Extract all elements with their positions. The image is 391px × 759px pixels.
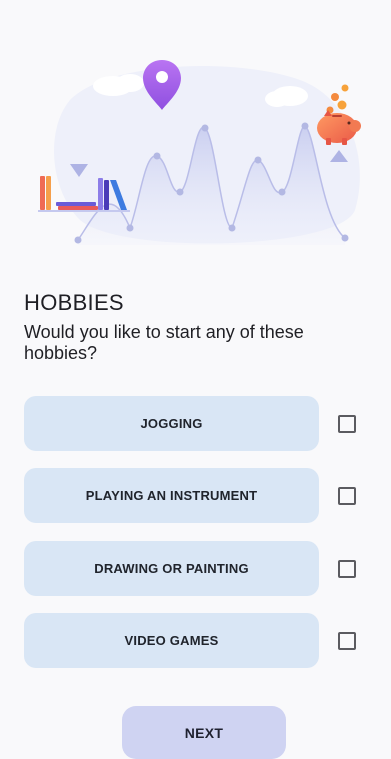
checkbox-video-games[interactable] [338,632,356,650]
checkbox-playing-an-instrument[interactable] [338,487,356,505]
option-button-jogging[interactable]: JOGGING [24,396,319,451]
option-button-video-games[interactable]: VIDEO GAMES [24,613,319,668]
hero-illustration [0,40,391,270]
checkbox-drawing-or-painting[interactable] [338,560,356,578]
next-button[interactable]: NEXT [122,706,286,759]
option-row-drawing-or-painting: DRAWING OR PAINTING [24,541,369,596]
option-row-video-games: VIDEO GAMES [24,613,369,668]
option-row-playing-an-instrument: PLAYING AN INSTRUMENT [24,468,369,523]
option-button-playing-an-instrument[interactable]: PLAYING AN INSTRUMENT [24,468,319,523]
page-question: Would you like to start any of these hob… [24,322,304,363]
page-title: HOBBIES [24,290,124,315]
option-button-drawing-or-painting[interactable]: DRAWING OR PAINTING [24,541,319,596]
checkbox-jogging[interactable] [338,415,356,433]
option-row-jogging: JOGGING [24,396,369,451]
